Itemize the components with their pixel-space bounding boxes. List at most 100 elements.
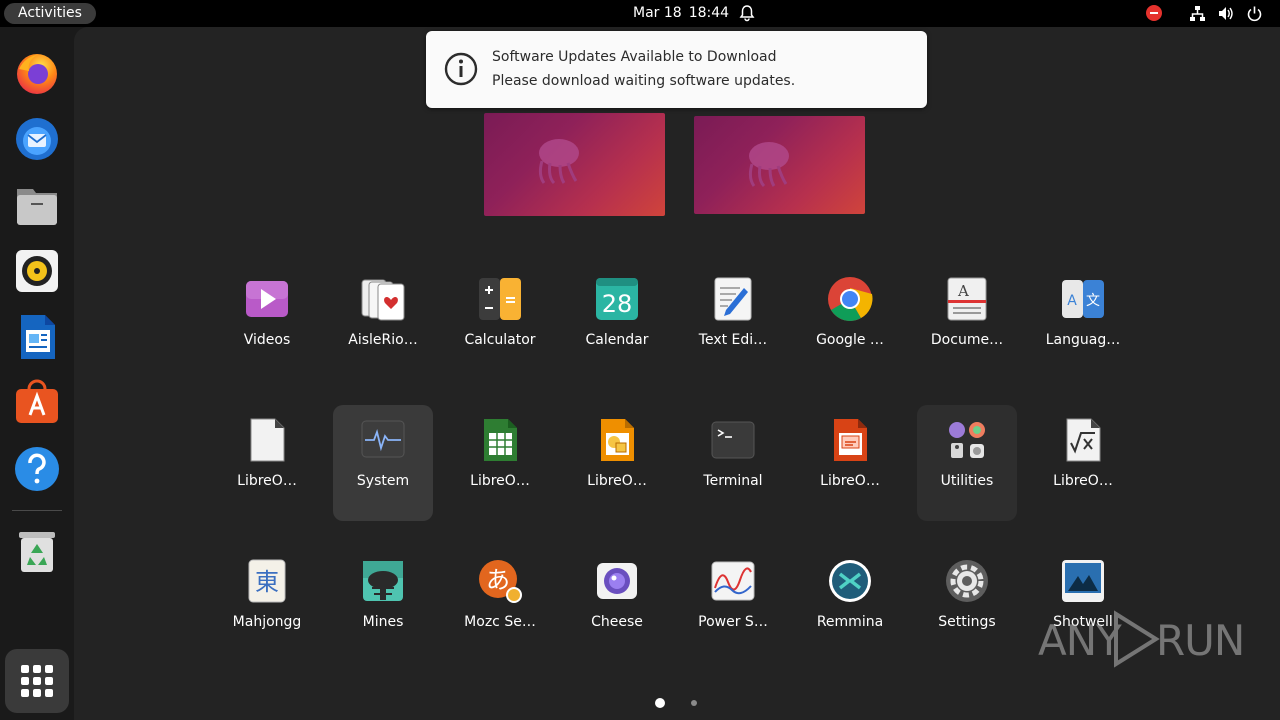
app-libreoffice-calc[interactable]: LibreO… [450, 405, 550, 521]
app-calculator[interactable]: Calculator [450, 264, 550, 380]
clock[interactable]: Mar 18 18:44 [633, 4, 736, 23]
jellyfish-wallpaper-icon [538, 139, 579, 185]
play-triangle-icon [1114, 610, 1160, 668]
app-label: Terminal [703, 473, 763, 489]
terminal-icon [711, 421, 755, 459]
app-label: Text Edi… [698, 332, 768, 348]
svg-text:A: A [957, 282, 969, 300]
dock [0, 27, 74, 720]
help-icon[interactable] [13, 445, 61, 493]
mines-icon [363, 561, 403, 601]
app-label: Videos [243, 332, 291, 348]
page-indicator-1[interactable] [655, 698, 665, 708]
app-label: Cheese [591, 614, 643, 630]
notification-title: Software Updates Available to Download [492, 49, 777, 65]
svg-text:文: 文 [1086, 293, 1100, 309]
settings-icon [946, 560, 988, 602]
rhythmbox-icon[interactable] [13, 247, 61, 295]
libreoffice-writer-icon[interactable] [13, 313, 61, 361]
app-mozc-setup[interactable]: あ Mozc Se… [450, 546, 550, 662]
videos-icon [246, 281, 288, 317]
bell-icon [739, 5, 755, 22]
system-monitor-icon [361, 420, 405, 458]
app-label: Mahjongg [232, 614, 302, 630]
chrome-icon [828, 277, 873, 321]
utilities-folder-icon [949, 422, 985, 458]
jellyfish-wallpaper-icon [748, 142, 789, 188]
app-terminal[interactable]: Terminal [683, 405, 783, 521]
calendar-icon: 28 [596, 278, 638, 320]
thunderbird-icon[interactable] [13, 115, 61, 163]
app-power-statistics[interactable]: Power S… [683, 546, 783, 662]
app-libreoffice-impress[interactable]: LibreO… [800, 405, 900, 521]
app-label: LibreO… [587, 473, 647, 489]
volume-icon[interactable] [1217, 5, 1234, 22]
app-folder-utilities[interactable]: Utilities [917, 405, 1017, 521]
text-editor-icon [714, 277, 752, 321]
app-label: AisleRio… [348, 332, 418, 348]
app-label: Docume… [930, 332, 1004, 348]
app-document-viewer[interactable]: A Docume… [917, 264, 1017, 380]
app-label: Mines [362, 614, 404, 630]
language-icon: A 文 [1062, 280, 1104, 318]
clock-date: Mar 18 [633, 5, 682, 21]
libreoffice-impress-icon [834, 419, 867, 461]
watermark-text-right: RUN [1156, 616, 1245, 665]
app-libreoffice-math[interactable]: LibreO… [1033, 405, 1133, 521]
app-mahjongg[interactable]: 東 Mahjongg [217, 546, 317, 662]
app-label: Calendar [585, 332, 649, 348]
app-label: Calculator [464, 332, 536, 348]
power-statistics-icon [711, 561, 755, 601]
mozc-icon: あ [479, 560, 522, 603]
shotwell-icon [1062, 560, 1104, 602]
app-libreoffice[interactable]: LibreO… [217, 405, 317, 521]
app-center-icon[interactable] [13, 379, 61, 427]
app-google-chrome[interactable]: Google … [800, 264, 900, 380]
mahjongg-icon: 東 [248, 559, 286, 603]
app-libreoffice-draw[interactable]: LibreO… [567, 405, 667, 521]
page-indicator-2[interactable] [691, 700, 697, 706]
app-language-support[interactable]: A 文 Languag… [1033, 264, 1133, 380]
calculator-icon [479, 278, 521, 320]
app-system-monitor[interactable]: System [333, 405, 433, 521]
files-icon[interactable] [13, 181, 61, 229]
app-label: LibreO… [1053, 473, 1113, 489]
anyrun-watermark: ANY RUN [1038, 606, 1245, 672]
remmina-icon [829, 560, 871, 602]
app-mines[interactable]: Mines [333, 546, 433, 662]
aisleriot-icon [361, 279, 405, 321]
mozc-glyph: あ [486, 566, 510, 594]
app-settings[interactable]: Settings [917, 546, 1017, 662]
app-remmina[interactable]: Remmina [800, 546, 900, 662]
libreoffice-draw-icon [601, 419, 634, 461]
workspace-2-thumbnail[interactable] [694, 116, 865, 214]
app-videos[interactable]: Videos [217, 264, 317, 380]
clock-time: 18:44 [688, 5, 730, 21]
svg-text:A: A [1067, 293, 1077, 309]
app-aisleriot[interactable]: AisleRio… [333, 264, 433, 380]
app-label: Utilities [940, 473, 994, 489]
show-apps-grid-icon [21, 665, 53, 697]
app-calendar[interactable]: 28 Calendar [567, 264, 667, 380]
top-bar: Activities Mar 18 18:44 [0, 0, 1280, 27]
activities-button[interactable]: Activities [4, 3, 96, 24]
power-icon[interactable] [1246, 5, 1263, 22]
app-label: Power S… [698, 614, 768, 630]
show-apps-button[interactable] [5, 649, 69, 713]
calendar-day: 28 [602, 290, 633, 318]
app-label: LibreO… [237, 473, 297, 489]
libreoffice-icon [250, 418, 285, 462]
dock-separator [12, 510, 62, 511]
app-label: LibreO… [820, 473, 880, 489]
app-cheese[interactable]: Cheese [567, 546, 667, 662]
trash-icon[interactable] [13, 527, 61, 575]
app-label: Settings [938, 614, 996, 630]
notification-banner[interactable]: Software Updates Available to Download P… [426, 31, 927, 108]
firefox-icon[interactable] [13, 49, 61, 97]
app-label: Languag… [1045, 332, 1121, 348]
workspace-1-thumbnail[interactable] [484, 113, 665, 216]
app-text-editor[interactable]: Text Edi… [683, 264, 783, 380]
network-icon[interactable] [1189, 5, 1206, 22]
cheese-icon [597, 563, 637, 599]
stop-indicator-icon[interactable] [1146, 5, 1162, 21]
